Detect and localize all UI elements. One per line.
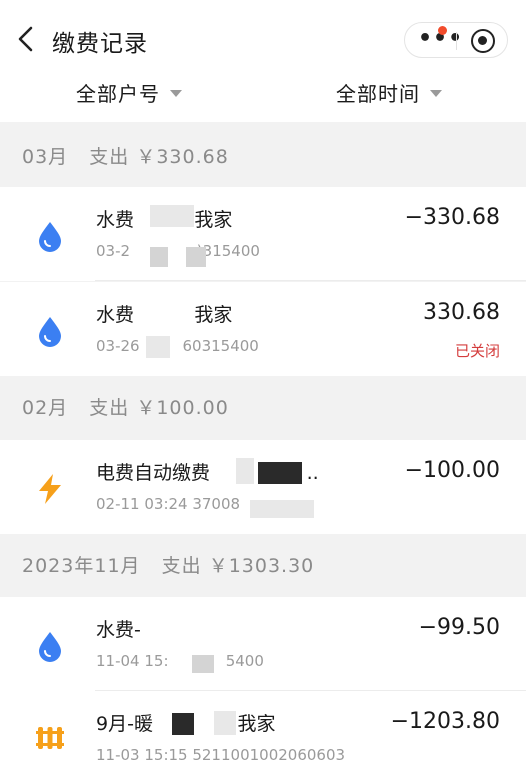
record-time-account: 03-2 )315400: [96, 242, 260, 260]
redaction-block: [250, 500, 314, 518]
page-title: 缴费记录: [52, 31, 148, 57]
redaction-block: [172, 713, 194, 735]
payment-record[interactable]: 水费- 11-04 15: 5400 −99.50: [0, 597, 526, 691]
mini-program-capsule: •••: [404, 22, 508, 58]
redaction-block: [186, 247, 206, 267]
record-time-account: 02-11 03:24 37008: [96, 495, 241, 513]
dropdown-arrow-icon: [430, 90, 442, 97]
record-time-account: 11-03 15:15 5211001002060603: [96, 746, 346, 764]
month-section-header: 2023年11月 支出 ￥1303.30: [0, 534, 526, 596]
record-time-account: 11-04 15: 5400: [96, 652, 264, 670]
payment-record[interactable]: 水费 我家 03-26 60315400 330.68 已关闭: [0, 282, 526, 376]
redaction-block: [258, 462, 302, 484]
payment-record[interactable]: 水费 我家 03-2 )315400 −330.68: [0, 187, 526, 281]
record-amount: −330.68: [404, 205, 500, 230]
month-summary: 2023年11月 支出 ￥1303.30: [22, 555, 315, 577]
record-amount: −100.00: [404, 458, 500, 483]
water-drop-icon: [39, 632, 61, 662]
redaction-block: [236, 458, 254, 484]
time-filter[interactable]: 全部时间: [336, 78, 442, 107]
back-arrow-icon[interactable]: [14, 24, 38, 54]
notification-dot: [438, 26, 447, 35]
record-name: 水费-: [96, 619, 141, 641]
water-drop-icon: [39, 317, 61, 347]
payment-record[interactable]: 电费自动缴费 .. 02-11 03:24 37008 −100.00: [0, 440, 526, 534]
record-name: 水费 我家: [96, 304, 233, 326]
filter-bar: 全部户号 全部时间: [0, 66, 526, 122]
payment-record[interactable]: 9月-暖 我家 11-03 15:15 5211001002060603 −12…: [0, 691, 526, 771]
redaction-block: [150, 205, 194, 227]
water-drop-icon: [39, 222, 61, 252]
month-summary: 03月 支出 ￥330.68: [22, 146, 229, 168]
month-section-header: 03月 支出 ￥330.68: [0, 125, 526, 187]
redaction-block: [214, 711, 236, 735]
month-section-header: 02月 支出 ￥100.00: [0, 376, 526, 438]
time-filter-label: 全部时间: [336, 82, 420, 106]
redaction-block: [150, 247, 168, 267]
nav-bar: 缴费记录 •••: [0, 0, 526, 66]
heating-icon: [36, 727, 64, 749]
close-miniprogram-icon[interactable]: [471, 29, 495, 53]
lightning-icon: [39, 474, 61, 504]
month-summary: 02月 支出 ￥100.00: [22, 397, 229, 419]
record-time-account: 03-26 60315400: [96, 337, 259, 355]
account-filter[interactable]: 全部户号: [76, 78, 182, 107]
record-status: 已关闭: [454, 342, 500, 360]
record-amount: 330.68: [423, 300, 500, 325]
row-divider: [95, 280, 526, 281]
record-amount: −99.50: [418, 615, 500, 640]
record-amount: −1203.80: [390, 709, 500, 734]
dropdown-arrow-icon: [170, 90, 182, 97]
redaction-block: [192, 655, 214, 673]
account-filter-label: 全部户号: [76, 82, 160, 106]
capsule-divider: [456, 32, 457, 50]
redaction-block: [146, 336, 170, 358]
